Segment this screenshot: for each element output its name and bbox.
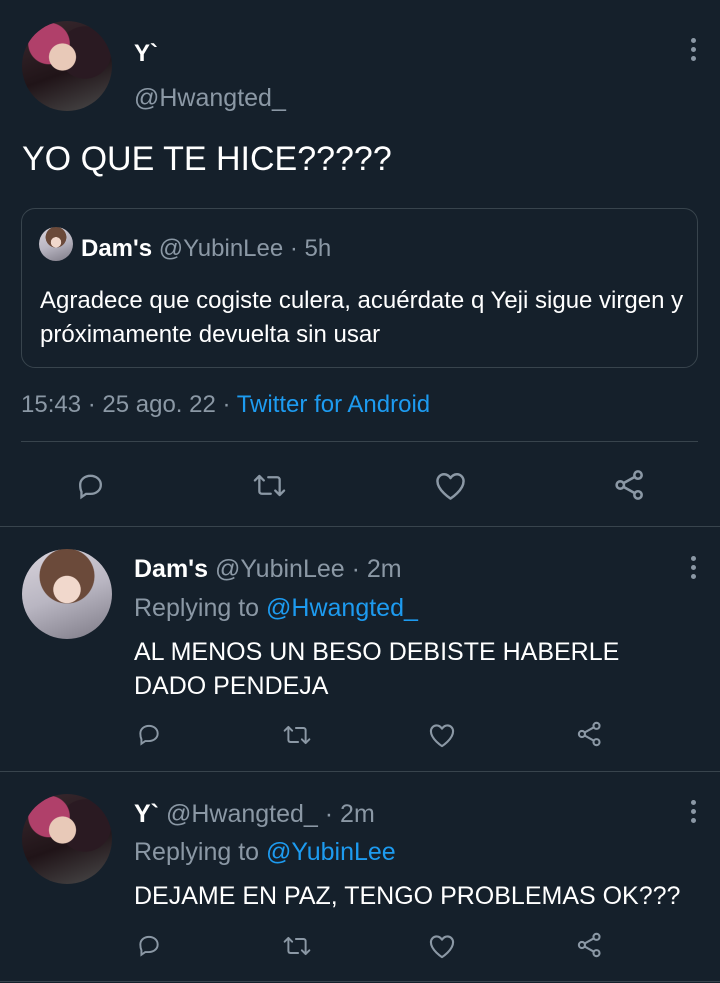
avatar[interactable]: [22, 794, 112, 884]
replying-label: Replying to: [134, 594, 260, 622]
like-icon[interactable]: [428, 933, 456, 959]
quoted-handle: @YubinLee: [158, 235, 284, 262]
replying-to-link[interactable]: @YubinLee: [266, 838, 396, 866]
source-link[interactable]: Twitter for Android: [237, 391, 430, 418]
reply-icon[interactable]: [136, 721, 162, 747]
replying-to: Replying to @Hwangted_: [134, 594, 418, 623]
avatar[interactable]: [22, 21, 112, 111]
divider: [0, 526, 720, 527]
more-options-icon[interactable]: [690, 38, 696, 61]
share-icon[interactable]: [612, 468, 647, 502]
divider: [0, 981, 720, 982]
handle[interactable]: @Hwangted_: [134, 84, 286, 113]
quoted-time: · 5h: [289, 235, 332, 262]
replying-to: Replying to @YubinLee: [134, 838, 396, 867]
retweet-icon[interactable]: [283, 933, 311, 959]
tweet-text: AL MENOS UN BESO DEBISTE HABERLE DADO PE…: [134, 638, 620, 700]
more-options-icon[interactable]: [690, 800, 696, 823]
avatar[interactable]: [22, 549, 112, 639]
reply-icon[interactable]: [136, 932, 162, 958]
replying-to-link[interactable]: @Hwangted_: [266, 594, 418, 622]
timestamp: 15:43 · 25 ago. 22 ·: [21, 391, 231, 418]
like-icon[interactable]: [428, 722, 456, 748]
more-options-icon[interactable]: [690, 556, 696, 579]
timestamp: · 2m: [351, 555, 402, 583]
retweet-icon[interactable]: [253, 470, 286, 501]
retweet-icon[interactable]: [283, 722, 311, 748]
quoted-text: Agradece que cogiste culera, acuérdate q…: [40, 287, 684, 348]
reply-icon[interactable]: [75, 470, 106, 501]
replying-label: Replying to: [134, 838, 260, 866]
handle[interactable]: @Hwangted_: [166, 800, 318, 828]
tweet-text: YO QUE TE HICE?????: [22, 140, 392, 178]
quoted-avatar: [39, 227, 73, 261]
handle[interactable]: @YubinLee: [215, 555, 345, 583]
tweet-meta: 15:43 · 25 ago. 22 · Twitter for Android: [21, 391, 430, 419]
timestamp: · 2m: [324, 800, 375, 828]
reply-header: Dam's @YubinLee · 2m: [134, 555, 402, 584]
display-name[interactable]: Y`: [134, 800, 159, 828]
quoted-header: Dam's @YubinLee · 5h: [81, 235, 331, 263]
display-name[interactable]: Dam's: [134, 555, 208, 583]
divider: [0, 771, 720, 772]
divider: [21, 441, 698, 442]
display-name[interactable]: Y`: [134, 40, 158, 68]
share-icon[interactable]: [575, 720, 604, 748]
share-icon[interactable]: [575, 931, 604, 959]
tweet-text: DEJAME EN PAZ, TENGO PROBLEMAS OK???: [134, 882, 681, 910]
reply-header: Y` @Hwangted_ · 2m: [134, 800, 375, 829]
quoted-display-name: Dam's: [81, 235, 153, 262]
like-icon[interactable]: [434, 470, 467, 501]
